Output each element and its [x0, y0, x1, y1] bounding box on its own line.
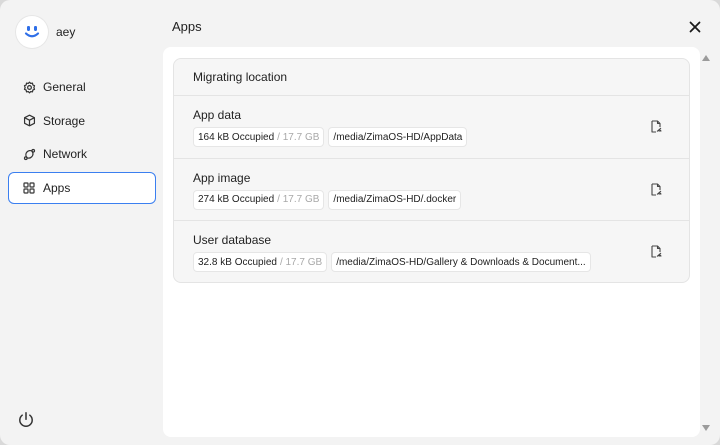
power-button[interactable] [17, 411, 35, 429]
user-profile[interactable]: aey [16, 16, 75, 48]
main-panel: Migrating location App data 164 kB Occup… [163, 47, 700, 437]
sidebar-item-general[interactable]: General [8, 71, 156, 103]
path-badge: /media/ZimaOS-HD/AppData [328, 127, 468, 147]
file-edit-icon [651, 182, 662, 196]
settings-window: aey General Storage Network Apps Apps Mi… [0, 0, 720, 445]
sidebar-item-label: General [43, 80, 86, 94]
row-title: User database [193, 233, 272, 247]
sidebar-item-label: Network [43, 147, 88, 161]
file-edit-icon [651, 120, 662, 133]
list-item-user-database: User database 32.8 kB Occupied / 17.7 GB… [174, 221, 689, 284]
close-icon [689, 21, 701, 33]
list-item-app-data: App data 164 kB Occupied / 17.7 GB /medi… [174, 96, 689, 159]
path-badge: /media/ZimaOS-HD/Gallery & Downloads & D… [331, 252, 591, 272]
sidebar-item-network[interactable]: Network [8, 138, 156, 170]
page-title: Apps [172, 19, 202, 34]
scroll-down-arrow[interactable] [702, 425, 710, 431]
sidebar-item-apps[interactable]: Apps [8, 171, 156, 204]
migrating-location-card: Migrating location App data 164 kB Occup… [173, 58, 690, 283]
scroll-up-arrow[interactable] [702, 55, 710, 61]
row-title: App data [193, 108, 242, 122]
cube-icon [22, 114, 36, 128]
row-title: App image [193, 170, 251, 185]
sidebar-item-label: Storage [43, 113, 86, 128]
close-button[interactable] [687, 19, 703, 35]
list-item-app-image: App image 274 kB Occupied / 17.7 GB /med… [174, 159, 689, 221]
file-edit-icon [651, 245, 662, 258]
change-location-button[interactable] [650, 245, 664, 259]
sidebar-item-storage[interactable]: Storage [8, 105, 156, 137]
change-location-button[interactable] [650, 182, 664, 197]
sidebar-nav: General Storage Network Apps [8, 71, 156, 205]
network-icon [22, 147, 36, 161]
change-location-button[interactable] [650, 120, 664, 134]
occupancy-badge: 164 kB Occupied / 17.7 GB [193, 127, 325, 147]
card-title: Migrating location [174, 59, 689, 96]
grid-icon [22, 181, 36, 195]
occupancy-badge: 32.8 kB Occupied / 17.7 GB [193, 252, 328, 272]
power-icon [19, 412, 33, 427]
occupancy-badge: 274 kB Occupied / 17.7 GB [193, 189, 325, 210]
sidebar-item-label: Apps [43, 180, 71, 195]
username: aey [56, 25, 76, 39]
smiley-face-icon [24, 26, 40, 38]
avatar[interactable] [16, 16, 48, 48]
path-badge: /media/ZimaOS-HD/.docker [328, 189, 462, 210]
sidebar: aey General Storage Network Apps [0, 0, 163, 445]
gear-icon [22, 80, 36, 94]
